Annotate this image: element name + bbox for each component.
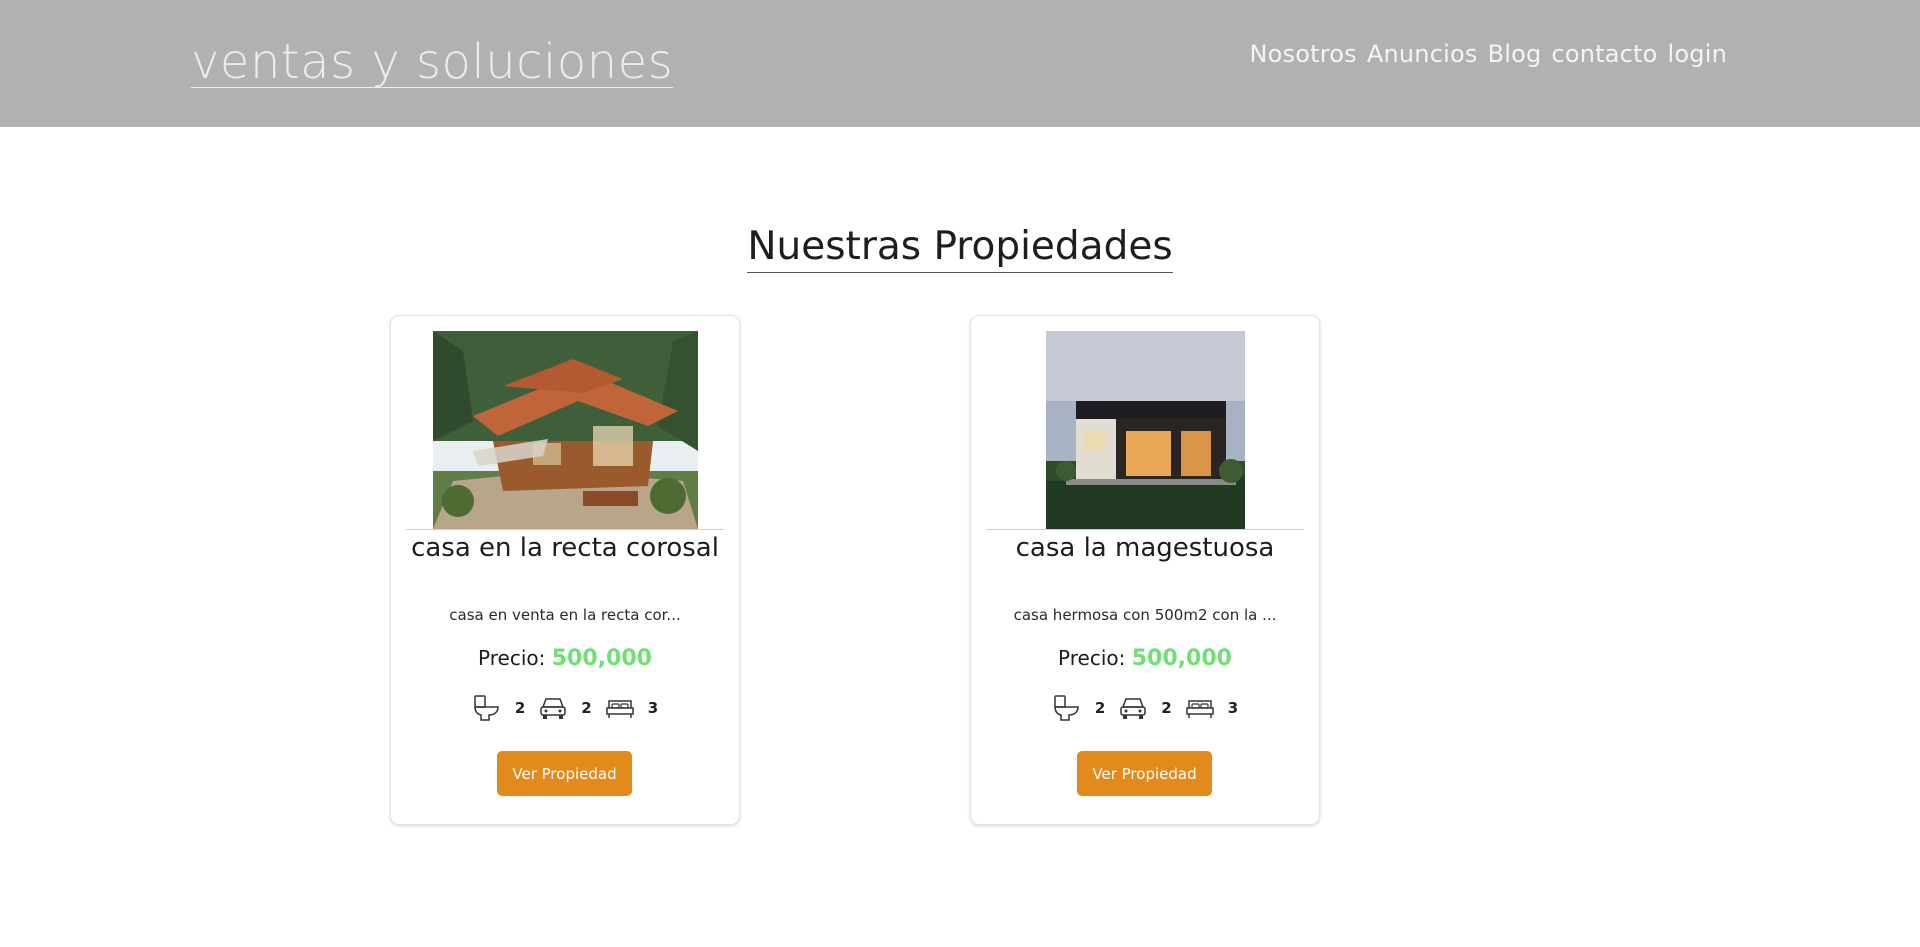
property-features: 2 2 3 — [971, 694, 1319, 722]
nav-item-contacto[interactable]: contacto — [1551, 40, 1657, 68]
view-property-button[interactable]: Ver Propiedad — [497, 751, 632, 796]
property-description: casa en venta en la recta cor... — [449, 606, 681, 624]
wooden-house-image — [433, 331, 698, 529]
property-description: casa hermosa con 500m2 con la ... — [1013, 606, 1277, 624]
nav-item-anuncios[interactable]: Anuncios — [1367, 40, 1478, 68]
card-divider — [406, 529, 724, 530]
nav-item-nosotros[interactable]: Nosotros — [1249, 40, 1356, 68]
property-card: casa la magestuosa casa hermosa con 500m… — [970, 315, 1320, 825]
property-title: casa la magestuosa — [1015, 533, 1275, 563]
property-photo — [433, 331, 698, 529]
property-title: casa en la recta corosal — [411, 533, 719, 563]
section-title-wrap: Nuestras Propiedades — [0, 224, 1920, 273]
parking-count: 2 — [1161, 699, 1172, 717]
property-features: 2 2 3 — [391, 694, 739, 722]
bed-icon — [605, 700, 634, 718]
section-title: Nuestras Propiedades — [747, 224, 1173, 273]
nav-item-login[interactable]: login — [1668, 40, 1727, 68]
toilet-icon — [1054, 695, 1079, 721]
bedrooms-count: 3 — [1227, 699, 1239, 717]
site-header: ventas y soluciones Nosotros Anuncios Bl… — [0, 0, 1920, 127]
property-price-row: Precio: 500,000 — [971, 646, 1319, 671]
nav-item-blog[interactable]: Blog — [1488, 40, 1542, 68]
price-value: 500,000 — [1131, 646, 1232, 671]
modern-house-image — [1046, 331, 1245, 529]
property-price-row: Precio: 500,000 — [391, 646, 739, 671]
price-label: Precio: — [478, 646, 546, 670]
bed-icon — [1185, 700, 1214, 718]
car-icon — [540, 698, 567, 719]
site-brand-link[interactable]: ventas y soluciones — [191, 34, 673, 90]
bedrooms-count: 3 — [647, 699, 659, 717]
car-icon — [1120, 698, 1147, 719]
bathrooms-count: 2 — [1094, 699, 1106, 717]
parking-count: 2 — [581, 699, 592, 717]
main-nav: Nosotros Anuncios Blog contacto login — [1249, 40, 1727, 68]
view-property-button[interactable]: Ver Propiedad — [1077, 751, 1212, 796]
price-value: 500,000 — [551, 646, 652, 671]
property-card: casa en la recta corosal casa en venta e… — [390, 315, 740, 825]
property-photo — [1046, 331, 1245, 529]
price-label: Precio: — [1058, 646, 1126, 670]
card-divider — [986, 529, 1304, 530]
bathrooms-count: 2 — [514, 699, 526, 717]
toilet-icon — [474, 695, 499, 721]
